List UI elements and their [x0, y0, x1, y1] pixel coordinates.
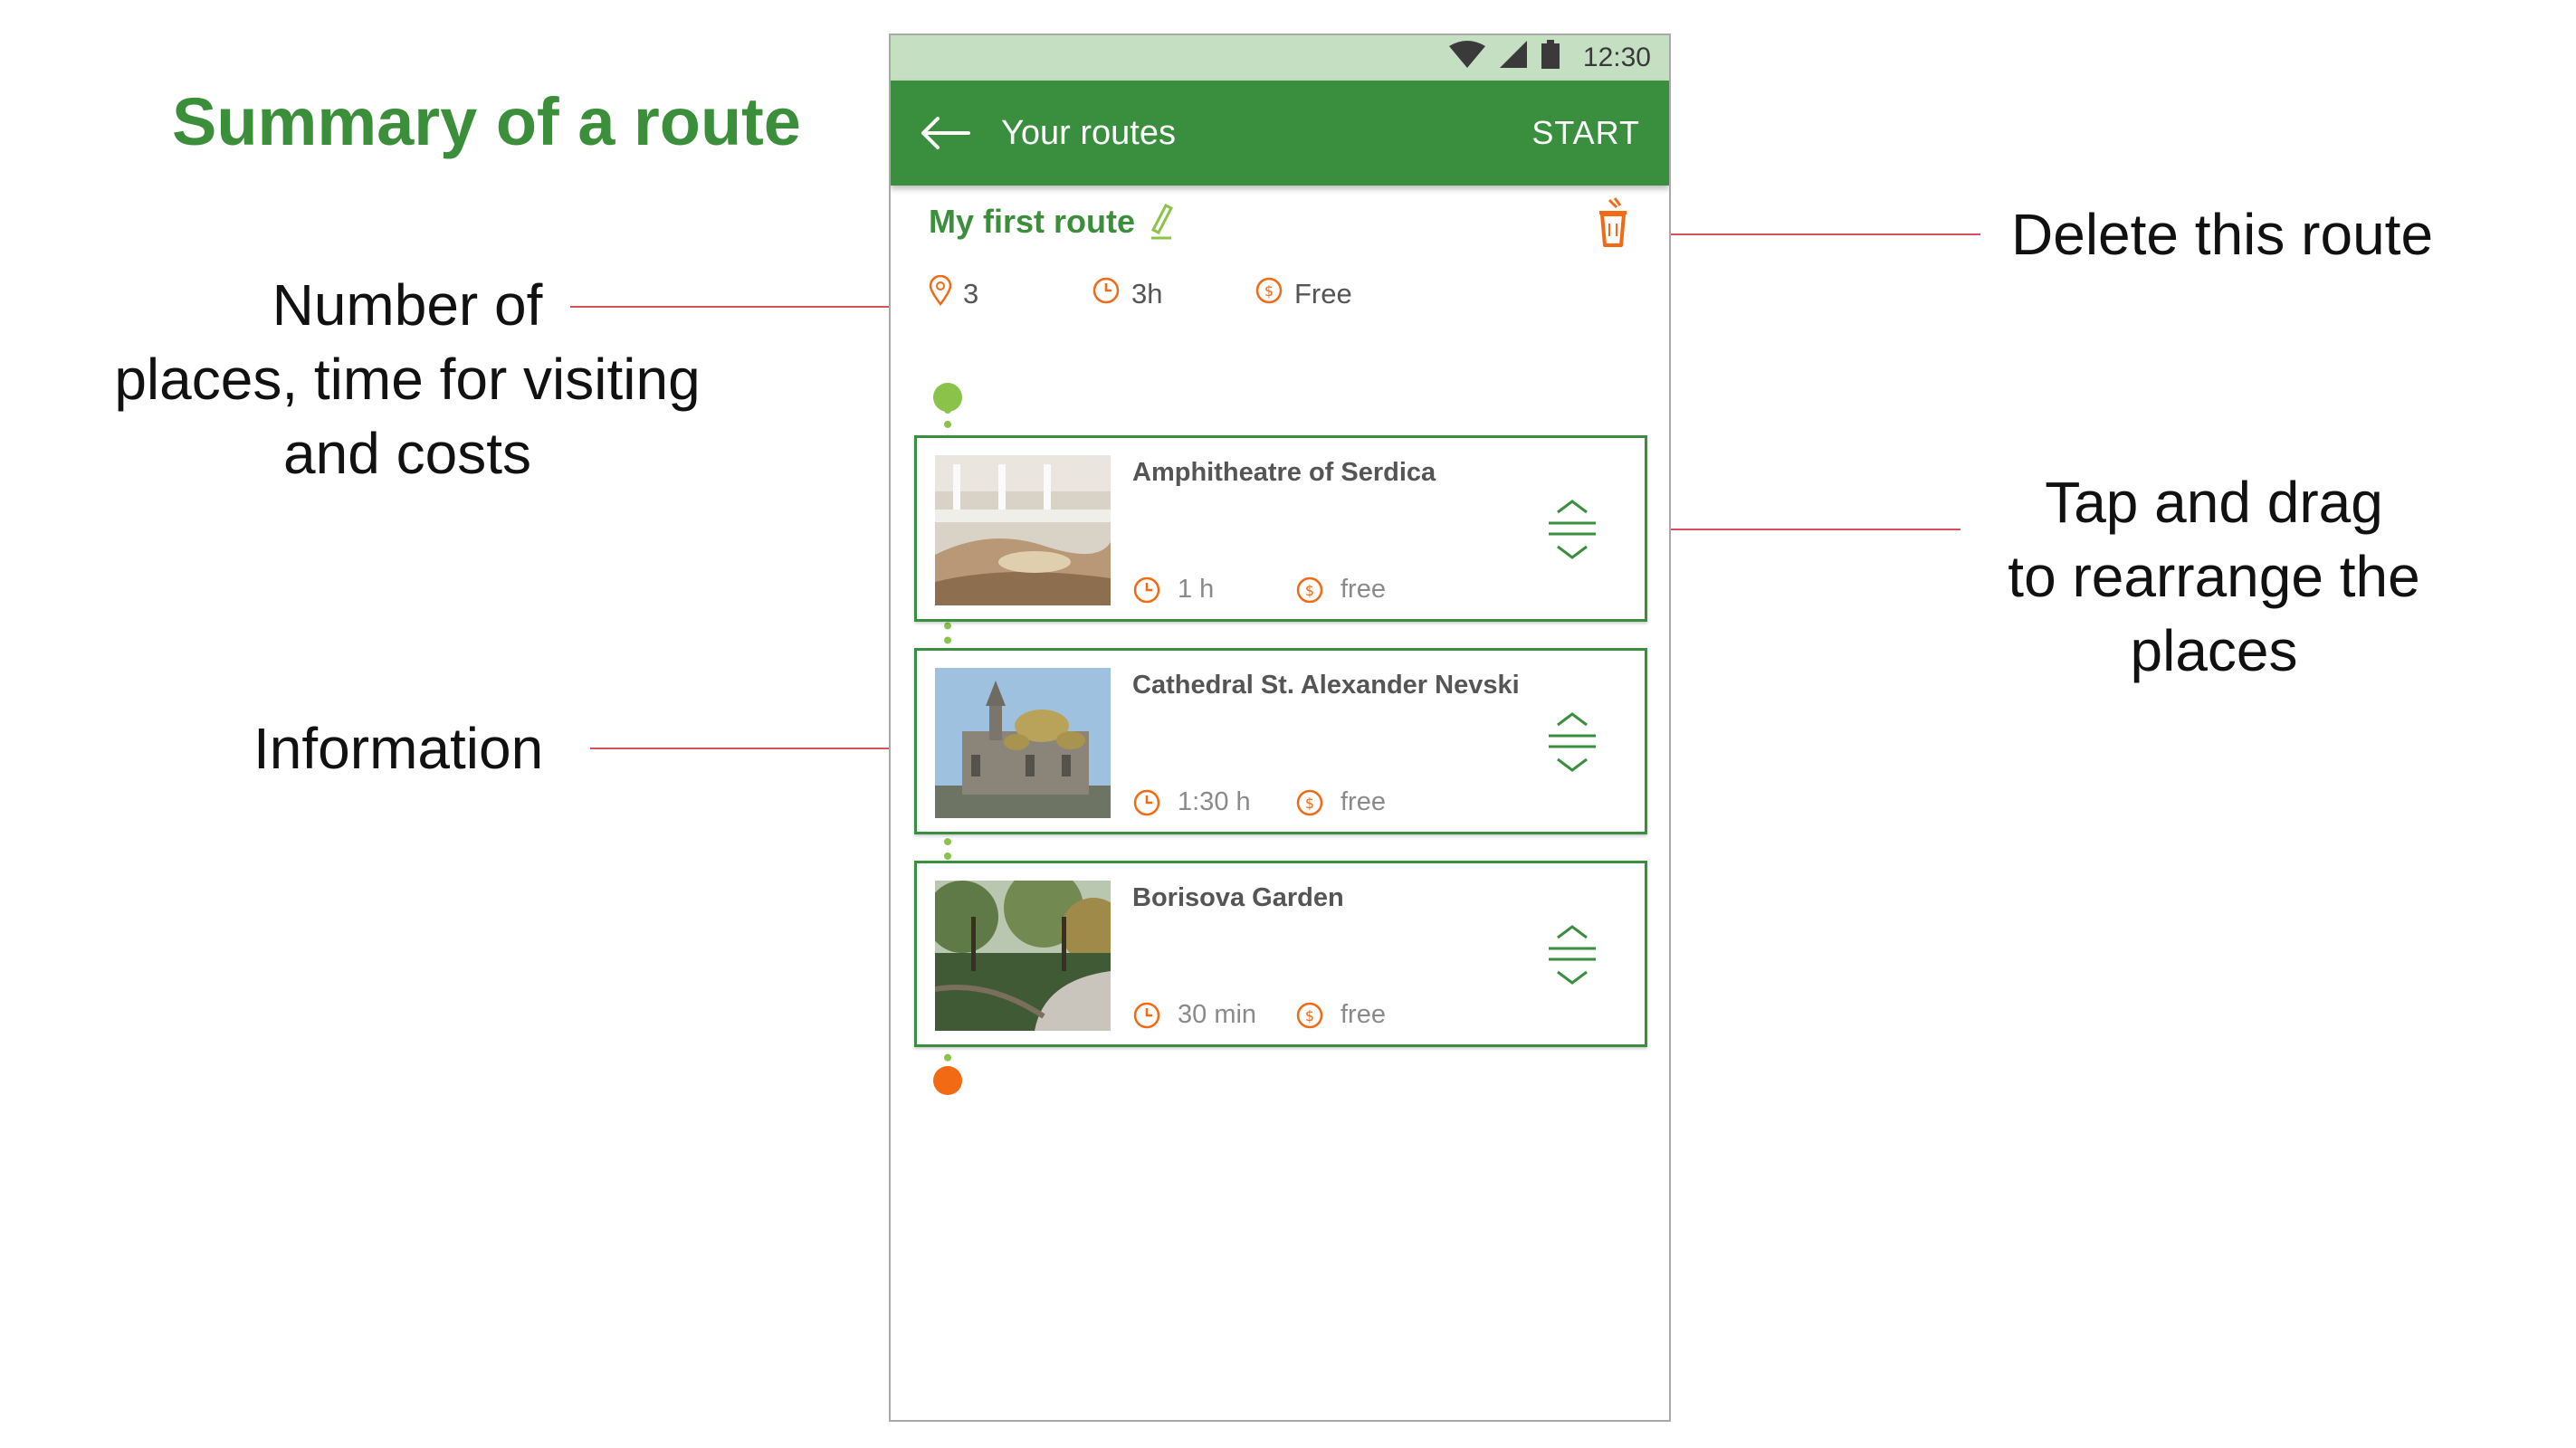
- route-name[interactable]: My first route: [929, 203, 1135, 241]
- place-card[interactable]: Borisova Garden 30 min $ free: [914, 861, 1647, 1047]
- drag-handle-icon[interactable]: [1545, 500, 1599, 559]
- coin-icon: $: [1296, 576, 1323, 603]
- place-card[interactable]: Amphitheatre of Serdica 1 h $ free: [914, 435, 1647, 622]
- status-bar: 12:30: [891, 35, 1669, 81]
- trash-icon[interactable]: [1593, 196, 1633, 249]
- route-header: My first route: [891, 186, 1669, 258]
- places-stat: 3: [929, 274, 1092, 313]
- place-duration-row: 30 min: [1132, 1000, 1295, 1030]
- drag-annotation-line-2: to rearrange the: [2008, 544, 2420, 609]
- stats-annotation-line: [570, 306, 911, 308]
- stats-annotation: Number of places, time for visiting and …: [91, 268, 724, 491]
- back-arrow-icon[interactable]: [920, 113, 974, 153]
- stats-annotation-line-2: places, time for visiting: [114, 347, 701, 412]
- drag-handle-icon[interactable]: [1545, 925, 1599, 985]
- info-annotation-line: [590, 748, 934, 749]
- coin-icon: $: [1255, 276, 1283, 312]
- route-duration: 3h: [1131, 278, 1163, 310]
- drag-handle-icon[interactable]: [1545, 712, 1599, 772]
- coin-icon: $: [1296, 789, 1323, 815]
- place-duration-row: 1:30 h: [1132, 787, 1295, 817]
- route-cost: Free: [1294, 278, 1352, 310]
- app-bar: Your routes START: [891, 81, 1669, 186]
- route-stats: 3 3h $ Free: [891, 258, 1669, 330]
- stats-annotation-line-3: and costs: [283, 421, 531, 486]
- places-count: 3: [963, 278, 979, 310]
- place-name: Borisova Garden: [1132, 883, 1344, 912]
- place-cost: free: [1340, 787, 1386, 816]
- svg-text:$: $: [1305, 582, 1314, 599]
- clock-icon: [1133, 576, 1160, 603]
- place-photo-amphitheatre: [935, 455, 1111, 605]
- place-cost-row: $ free: [1295, 787, 1386, 817]
- drag-annotation-line-3: places: [2130, 618, 2298, 683]
- place-photo-borisova-garden: [935, 881, 1111, 1031]
- place-card[interactable]: Cathedral St. Alexander Nevski 1:30 h $ …: [914, 648, 1647, 834]
- place-meta: 1:30 h $ free: [1132, 787, 1386, 817]
- timeline-start-dot: [933, 383, 962, 412]
- app-bar-title: Your routes: [1001, 113, 1176, 152]
- place-name: Amphitheatre of Serdica: [1132, 458, 1436, 487]
- page-title: Summary of a route: [172, 84, 801, 159]
- delete-annotation: Delete this route: [2011, 202, 2434, 267]
- clock-icon: [1092, 276, 1121, 312]
- info-annotation: Information: [253, 716, 544, 781]
- place-cost: free: [1340, 1000, 1386, 1029]
- pin-icon: [929, 274, 952, 313]
- svg-text:$: $: [1305, 1007, 1314, 1024]
- stats-annotation-line-1: Number of: [272, 272, 543, 338]
- battery-icon: [1541, 40, 1560, 76]
- place-duration: 1:30 h: [1178, 787, 1251, 816]
- coin-icon: $: [1296, 1002, 1323, 1028]
- place-duration: 30 min: [1178, 1000, 1257, 1029]
- place-photo-cathedral: [935, 668, 1111, 818]
- start-button[interactable]: START: [1531, 114, 1640, 152]
- pencil-icon[interactable]: [1148, 200, 1178, 243]
- svg-text:$: $: [1305, 795, 1314, 812]
- drag-annotation: Tap and drag to rearrange the places: [1979, 465, 2449, 688]
- place-cost: free: [1340, 575, 1386, 604]
- phone-screen: 12:30 Your routes START My first route 3…: [889, 33, 1671, 1422]
- place-meta: 1 h $ free: [1132, 575, 1386, 605]
- place-meta: 30 min $ free: [1132, 1000, 1386, 1030]
- place-cost-row: $ free: [1295, 575, 1386, 605]
- signal-icon: [1499, 41, 1527, 75]
- time-stat: 3h: [1092, 276, 1255, 312]
- place-duration-row: 1 h: [1132, 575, 1295, 605]
- place-cost-row: $ free: [1295, 1000, 1386, 1030]
- clock-icon: [1133, 789, 1160, 815]
- svg-text:$: $: [1264, 282, 1274, 300]
- place-duration: 1 h: [1178, 575, 1215, 604]
- status-time: 12:30: [1582, 43, 1651, 72]
- drag-annotation-line-1: Tap and drag: [2045, 470, 2383, 535]
- canvas: Summary of a route Number of places, tim…: [0, 0, 2576, 1448]
- place-name: Cathedral St. Alexander Nevski: [1132, 671, 1520, 700]
- timeline-end-dot: [933, 1066, 962, 1095]
- wifi-icon: [1448, 41, 1485, 75]
- delete-annotation-line: [1638, 233, 1980, 235]
- clock-icon: [1133, 1002, 1160, 1028]
- cost-stat: $ Free: [1255, 276, 1352, 312]
